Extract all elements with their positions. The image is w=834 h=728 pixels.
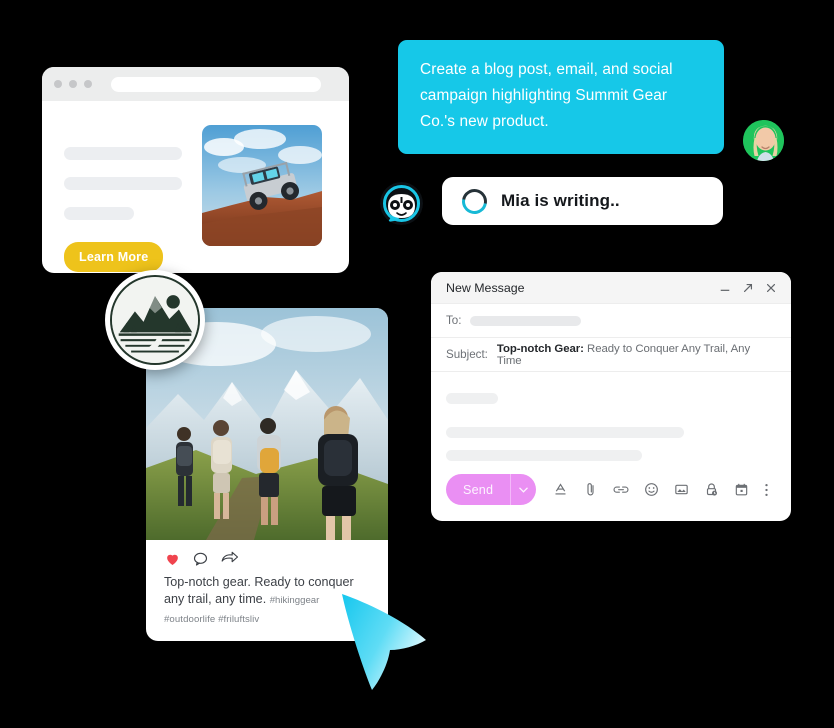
schedule-send-icon[interactable] (734, 482, 749, 497)
email-window-title: New Message (446, 280, 525, 295)
caption-hashtag-inline[interactable]: #hikinggear (270, 595, 320, 606)
robot-assistant-icon (380, 182, 423, 225)
mountain-lake-logo-icon (112, 277, 198, 363)
email-window-controls (719, 282, 777, 294)
body-placeholder-bar (446, 450, 642, 461)
user-message-text: Create a blog post, email, and social ca… (420, 61, 673, 130)
format-text-icon[interactable] (553, 482, 568, 497)
jeep-photo-illustration (202, 125, 322, 246)
landing-copy-block: Learn More (64, 125, 188, 272)
text-placeholder-bar (64, 177, 182, 190)
browser-content: Learn More (42, 101, 349, 272)
assistant-avatar (380, 182, 423, 225)
caption-text: any trail, any time. (164, 592, 267, 606)
minimize-icon[interactable] (719, 282, 731, 294)
email-titlebar: New Message (431, 272, 791, 304)
email-body-editor[interactable] (431, 372, 791, 474)
user-chat-bubble: Create a blog post, email, and social ca… (398, 40, 724, 154)
heart-icon[interactable] (164, 551, 181, 567)
subject-label: Subject: (446, 348, 488, 361)
email-tool-icons (553, 482, 769, 498)
canvas: Learn More Top-notch gear. Ready to conq… (0, 0, 834, 728)
to-input[interactable] (470, 315, 582, 326)
product-photo (202, 125, 322, 246)
address-bar-input[interactable] (111, 76, 321, 92)
send-button[interactable]: Send (446, 474, 510, 505)
email-compose-window: New Message To: Subject: Top-notch Gear:… (431, 272, 791, 521)
learn-more-button[interactable]: Learn More (64, 242, 164, 272)
comment-icon[interactable] (192, 551, 209, 567)
brand-logo-badge (105, 270, 205, 370)
body-placeholder-bar (446, 427, 684, 438)
user-avatar-photo (743, 120, 784, 161)
cursor-arrow-icon (342, 594, 426, 690)
text-placeholder-bar (64, 207, 134, 220)
insert-link-icon[interactable] (613, 482, 629, 497)
traffic-light-minimize-icon[interactable] (69, 80, 77, 88)
browser-window: Learn More (42, 67, 349, 273)
pointer-cursor (336, 588, 432, 694)
body-placeholder-bar (446, 393, 498, 404)
loading-spinner-icon (457, 183, 492, 219)
more-options-icon[interactable] (764, 482, 769, 498)
user-avatar[interactable] (741, 118, 786, 163)
email-to-row[interactable]: To: (431, 304, 791, 338)
insert-emoji-icon[interactable] (644, 482, 659, 497)
assistant-status-text: Mia is writing.. (501, 191, 620, 210)
send-button-group: Send (446, 474, 537, 505)
brand-logo-inner (110, 275, 200, 365)
traffic-light-maximize-icon[interactable] (84, 80, 92, 88)
send-options-dropdown[interactable] (510, 474, 536, 505)
attach-file-icon[interactable] (583, 482, 598, 497)
subject-bold-part: Top-notch Gear: (496, 342, 584, 355)
to-label: To: (446, 314, 462, 327)
expand-icon[interactable] (742, 282, 754, 294)
insert-photo-icon[interactable] (674, 482, 689, 497)
browser-chrome (42, 67, 349, 101)
chevron-down-icon (519, 487, 528, 493)
subject-input[interactable]: Top-notch Gear: Ready to Conquer Any Tra… (497, 343, 776, 367)
confidential-mode-icon[interactable] (704, 482, 719, 497)
assistant-status-pill: Mia is writing.. (442, 177, 723, 225)
email-toolbar: Send (431, 474, 791, 521)
close-icon[interactable] (765, 282, 777, 294)
text-placeholder-bar (64, 147, 182, 160)
email-subject-row[interactable]: Subject: Top-notch Gear: Ready to Conque… (431, 338, 791, 372)
social-post-actions (146, 540, 388, 567)
traffic-light-close-icon[interactable] (54, 80, 62, 88)
share-icon[interactable] (220, 551, 239, 567)
